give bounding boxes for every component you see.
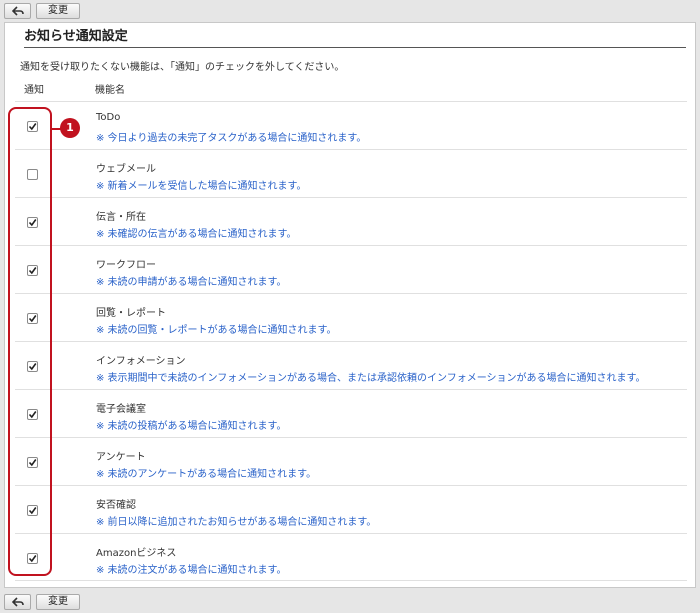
column-header-notify: 通知 xyxy=(24,85,44,96)
back-button[interactable] xyxy=(4,594,31,610)
function-note: ※ 今日より過去の未完了タスクがある場合に通知されます。 xyxy=(96,133,367,144)
checkbox-highlight-frame xyxy=(8,107,52,576)
function-note: ※ 未読の回覧・レポートがある場合に通知されます。 xyxy=(96,325,337,336)
setting-row-webmail: ウェブメール ※ 新着メールを受信した場合に通知されます。 xyxy=(15,149,687,197)
setting-row-message: 伝言・所在 ※ 未確認の伝言がある場合に通知されます。 xyxy=(15,197,687,245)
setting-row-circulation: 回覧・レポート ※ 未読の回覧・レポートがある場合に通知されます。 xyxy=(15,293,687,341)
function-name: ToDo xyxy=(96,112,121,123)
instruction-text: 通知を受け取りたくない機能は、「通知」のチェックを外してください。 xyxy=(20,62,345,73)
column-header-function: 機能名 xyxy=(95,85,125,96)
function-name: ウェブメール xyxy=(96,164,156,175)
setting-row-safety: 安否確認 ※ 前日以降に追加されたお知らせがある場合に通知されます。 xyxy=(15,485,687,533)
setting-row-forum: 電子会議室 ※ 未読の投稿がある場合に通知されます。 xyxy=(15,389,687,437)
top-toolbar: 変更 xyxy=(0,0,700,22)
function-note: ※ 未読のアンケートがある場合に通知されます。 xyxy=(96,469,317,480)
function-note: ※ 未確認の伝言がある場合に通知されます。 xyxy=(96,229,297,240)
function-note: ※ 表示期間中で未読のインフォメーションがある場合、または承認依頼のインフォメー… xyxy=(96,373,646,384)
change-button[interactable]: 変更 xyxy=(36,594,80,610)
settings-panel: お知らせ通知設定 通知を受け取りたくない機能は、「通知」のチェックを外してくださ… xyxy=(4,22,696,588)
function-note: ※ 未読の注文がある場合に通知されます。 xyxy=(96,565,287,576)
back-arrow-icon xyxy=(11,597,24,607)
callout-badge: 1 xyxy=(60,118,80,138)
function-note: ※ 未読の投稿がある場合に通知されます。 xyxy=(96,421,287,432)
function-name: ワークフロー xyxy=(96,260,156,271)
function-name: 安否確認 xyxy=(96,500,136,511)
function-name: 伝言・所在 xyxy=(96,212,146,223)
function-name: Amazonビジネス xyxy=(96,548,177,559)
change-button[interactable]: 変更 xyxy=(36,3,80,19)
setting-row-workflow: ワークフロー ※ 未読の申請がある場合に通知されます。 xyxy=(15,245,687,293)
back-arrow-icon xyxy=(11,6,24,16)
function-name: 電子会議室 xyxy=(96,404,146,415)
function-note: ※ 前日以降に追加されたお知らせがある場合に通知されます。 xyxy=(96,517,377,528)
function-name: 回覧・レポート xyxy=(96,308,166,319)
setting-row-amazon: Amazonビジネス ※ 未読の注文がある場合に通知されます。 xyxy=(15,533,687,581)
function-note: ※ 新着メールを受信した場合に通知されます。 xyxy=(96,181,307,192)
function-name: インフォメーション xyxy=(96,356,186,367)
back-button[interactable] xyxy=(4,3,31,19)
setting-row-information: インフォメーション ※ 表示期間中で未読のインフォメーションがある場合、または承… xyxy=(15,341,687,389)
page-title: お知らせ通知設定 xyxy=(24,28,686,48)
setting-row-todo: ToDo ※ 今日より過去の未完了タスクがある場合に通知されます。 xyxy=(15,101,687,149)
function-name: アンケート xyxy=(96,452,146,463)
setting-row-survey: アンケート ※ 未読のアンケートがある場合に通知されます。 xyxy=(15,437,687,485)
bottom-toolbar: 変更 xyxy=(0,591,700,613)
function-note: ※ 未読の申請がある場合に通知されます。 xyxy=(96,277,287,288)
